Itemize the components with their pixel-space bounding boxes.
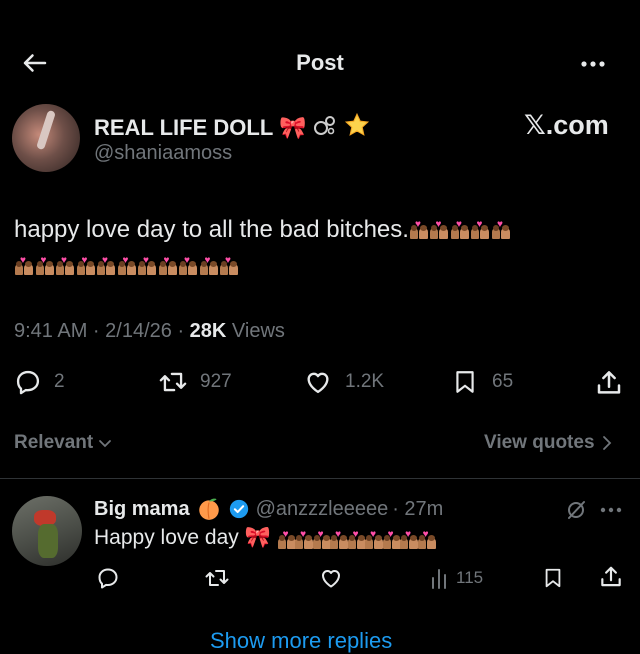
page-title: Post xyxy=(296,50,344,75)
couple-heart-emoji: ♥ xyxy=(14,256,34,276)
couple-heart-emoji: ♥ xyxy=(409,220,429,240)
reply-action[interactable]: 2 xyxy=(14,368,65,396)
reply-like-icon[interactable] xyxy=(318,566,344,590)
more-options-icon[interactable] xyxy=(578,52,608,76)
reply-time: · 27m xyxy=(392,497,444,520)
bookmark-count: 65 xyxy=(492,371,514,392)
bookmark-action[interactable]: 65 xyxy=(452,368,513,396)
watermark: 𝕏.com xyxy=(524,110,609,140)
couple-heart-emoji: ♥ xyxy=(470,220,490,240)
reply-count: 2 xyxy=(54,371,65,392)
couple-heart-emoji: ♥ xyxy=(55,256,75,276)
couple-heart-emoji: ♥ xyxy=(76,256,96,276)
heart-icon xyxy=(303,368,333,396)
author-handle[interactable]: @shaniaamoss xyxy=(94,142,232,165)
couple-heart-emoji: ♥ xyxy=(158,256,178,276)
show-more-replies-link[interactable]: Show more replies xyxy=(210,628,392,654)
couple-heart-emoji: ♥ xyxy=(35,256,55,276)
view-quotes-label: View quotes xyxy=(484,432,595,453)
tweet-time: 9:41 AM · 2/14/26 · xyxy=(14,320,190,342)
emoji-row-1: ♥ ♥ ♥ ♥ ♥ xyxy=(409,216,512,243)
sort-dropdown[interactable]: Relevant xyxy=(14,432,113,454)
grok-icon[interactable] xyxy=(564,498,588,522)
couple-heart-emoji: ♥ xyxy=(199,256,219,276)
reply-reply-icon[interactable] xyxy=(96,566,120,590)
like-count: 1.2K xyxy=(345,371,385,392)
couple-heart-emoji: ♥ xyxy=(117,256,137,276)
verified-badge-icon xyxy=(228,498,250,520)
bookmark-icon xyxy=(452,368,478,396)
emoji-row-2: ♥ ♥ ♥ ♥ ♥ ♥ ♥ ♥ ♥ ♥ ♥ xyxy=(14,252,240,279)
tweet-text: happy love day to all the bad bitches. xyxy=(14,216,409,243)
couple-heart-emoji: ♥ xyxy=(178,256,198,276)
couple-heart-emoji: ♥ xyxy=(382,530,401,549)
author-name[interactable]: REAL LIFE DOLL 🎀 xyxy=(94,112,371,141)
reply-icon xyxy=(14,368,42,396)
like-action[interactable]: 1.2K xyxy=(303,368,384,396)
reply-avatar[interactable] xyxy=(12,496,82,566)
divider xyxy=(0,478,640,479)
reply-author-name[interactable]: Big mama xyxy=(94,498,190,521)
couple-heart-emoji: ♥ xyxy=(450,220,470,240)
couple-heart-emoji: ♥ xyxy=(429,220,449,240)
share-icon[interactable] xyxy=(594,368,624,398)
author-name-emojis: 🎀 xyxy=(278,115,313,140)
views-count: 28K xyxy=(189,320,227,342)
reply-emoji-row: ♥ ♥ ♥ ♥ ♥ ♥ ♥ ♥ ♥ xyxy=(277,526,436,549)
tweet-meta: 9:41 AM · 2/14/26 · 28K Views xyxy=(14,320,285,343)
couple-heart-emoji: ♥ xyxy=(137,256,157,276)
reply-retweet-icon[interactable] xyxy=(204,566,230,590)
couple-heart-emoji: ♥ xyxy=(329,530,349,549)
view-quotes-link[interactable]: View quotes xyxy=(484,432,613,454)
views-label: Views xyxy=(226,320,285,342)
couple-heart-emoji: ♥ xyxy=(491,220,511,240)
couple-heart-emoji: ♥ xyxy=(219,256,239,276)
couple-heart-emoji: ♥ xyxy=(347,530,366,549)
peach-icon xyxy=(196,496,222,522)
star-icon xyxy=(343,112,371,138)
couple-heart-emoji: ♥ xyxy=(96,256,116,276)
bubbles-icon xyxy=(313,115,337,137)
couple-heart-emoji: ♥ xyxy=(364,530,384,549)
retweet-count: 927 xyxy=(200,371,232,392)
reply-more-icon[interactable] xyxy=(598,500,624,520)
reply-share-icon[interactable] xyxy=(598,564,624,590)
reply-text: Happy love day xyxy=(94,526,239,549)
couple-heart-emoji: ♥ xyxy=(277,530,296,549)
reply-handle[interactable]: @anzzzleeeee xyxy=(256,498,389,521)
reply-bookmark-icon[interactable] xyxy=(542,566,564,590)
couple-heart-emoji: ♥ xyxy=(294,530,314,549)
reply-bow-icon: 🎀 xyxy=(244,526,277,549)
couple-heart-emoji: ♥ xyxy=(312,530,331,549)
chevron-right-icon xyxy=(601,434,613,452)
retweet-icon xyxy=(158,368,188,396)
retweet-action[interactable]: 927 xyxy=(158,368,232,396)
avatar[interactable] xyxy=(12,104,80,172)
analytics-icon xyxy=(430,566,452,590)
sort-label: Relevant xyxy=(14,432,94,453)
tweet-body: happy love day to all the bad bitches. ♥ ♥… xyxy=(14,212,630,284)
chevron-down-icon xyxy=(97,435,113,451)
reply-body: Happy love day 🎀 ♥ ♥ ♥ ♥ ♥ ♥ ♥ ♥ ♥ xyxy=(94,526,436,550)
reply-views[interactable]: 115 xyxy=(430,566,483,590)
couple-heart-emoji: ♥ xyxy=(417,530,436,549)
reply-header: Big mama @anzzzleeeee · 27m xyxy=(94,496,443,522)
reply-views-count: 115 xyxy=(456,568,484,587)
author-name-text: REAL LIFE DOLL xyxy=(94,115,273,140)
couple-heart-emoji: ♥ xyxy=(399,530,419,549)
